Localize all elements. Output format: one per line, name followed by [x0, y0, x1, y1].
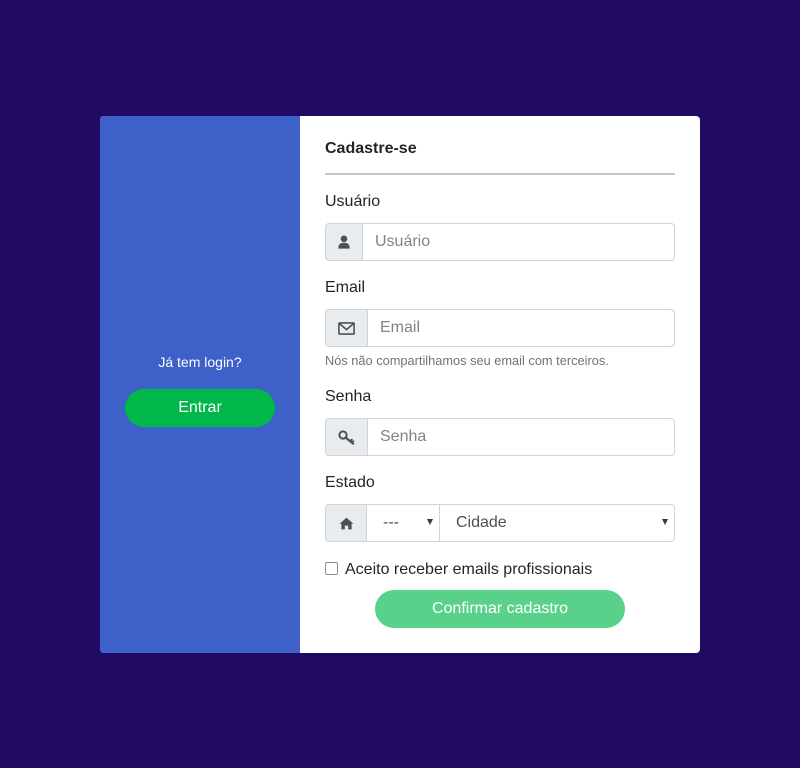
envelope-icon: [325, 309, 367, 347]
state-select[interactable]: ---: [366, 504, 440, 542]
login-prompt: Já tem login?: [158, 354, 242, 370]
login-button[interactable]: Entrar: [125, 389, 275, 427]
location-input-group: --- Cidade: [325, 504, 675, 542]
confirm-signup-button[interactable]: Confirmar cadastro: [375, 590, 625, 628]
password-input-group: [325, 418, 675, 456]
user-icon: [325, 223, 362, 261]
home-icon: [325, 504, 366, 542]
newsletter-checkbox[interactable]: [325, 562, 338, 575]
email-label: Email: [325, 279, 366, 296]
newsletter-label[interactable]: Aceito receber emails profissionais: [345, 561, 592, 579]
key-icon: [325, 418, 367, 456]
password-label: Senha: [325, 388, 372, 405]
password-input[interactable]: [367, 418, 675, 456]
login-sidebar: Já tem login? Entrar: [100, 116, 300, 653]
newsletter-option: Aceito receber emails profissionais: [325, 561, 592, 579]
state-label: Estado: [325, 474, 375, 491]
username-input-group: [325, 223, 675, 261]
email-help-text: Nós não compartilhamos seu email com ter…: [325, 353, 609, 368]
state-select-value: ---: [383, 514, 399, 531]
city-select[interactable]: Cidade: [440, 504, 675, 542]
title-divider: [325, 173, 675, 175]
username-input[interactable]: [362, 223, 675, 261]
form-title: Cadastre-se: [325, 140, 417, 157]
email-input-group: [325, 309, 675, 347]
chevron-down-icon: [662, 519, 668, 525]
chevron-down-icon: [427, 519, 433, 525]
signup-form: Cadastre-se Usuário Email Nós: [300, 116, 700, 653]
username-label: Usuário: [325, 193, 381, 210]
email-input[interactable]: [367, 309, 675, 347]
signup-card: Já tem login? Entrar Cadastre-se Usuário…: [100, 116, 700, 653]
city-select-value: Cidade: [456, 514, 507, 531]
